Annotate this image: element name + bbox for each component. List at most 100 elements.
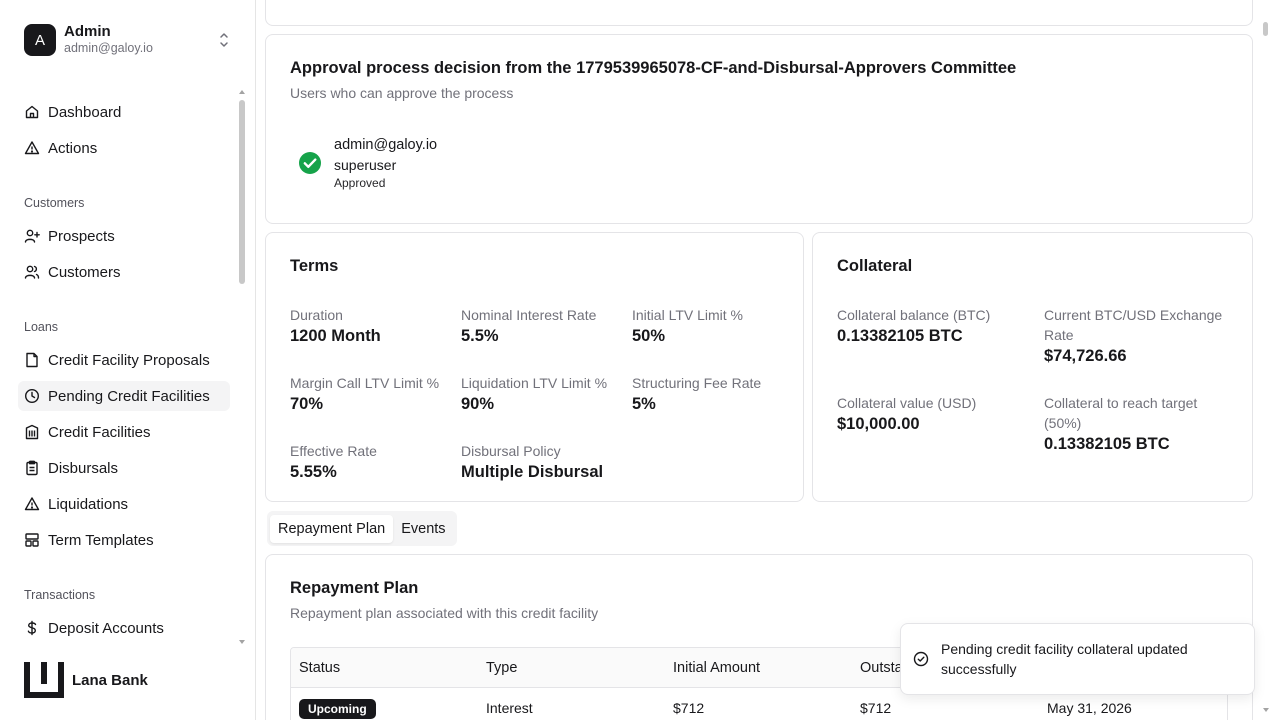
term-disbursal-policy: Disbursal Policy Multiple Disbursal: [461, 441, 603, 483]
sidebar-item-credit-facilities[interactable]: Credit Facilities: [18, 417, 230, 447]
sidebar-item-credit-facility-proposals[interactable]: Credit Facility Proposals: [18, 345, 230, 375]
user-info: Admin admin@galoy.io: [64, 24, 153, 56]
sidebar-item-customers[interactable]: Customers: [18, 257, 230, 287]
term-liquidation-ltv: Liquidation LTV Limit % 90%: [461, 373, 607, 415]
field-value: Multiple Disbursal: [461, 463, 604, 481]
term-effective-rate: Effective Rate 5.55%: [290, 441, 377, 483]
field-value: 90%: [461, 395, 495, 413]
user-plus-icon: [24, 229, 40, 243]
field-label: Margin Call LTV Limit %: [290, 375, 440, 391]
cell-initial-amount: $712: [673, 700, 705, 716]
field-label: Collateral to reach target (50%): [1044, 395, 1198, 431]
approver-details: admin@galoy.io superuser Approved: [334, 135, 437, 192]
home-icon: [25, 105, 39, 119]
term-nominal-interest-rate: Nominal Interest Rate 5.5%: [461, 305, 596, 347]
approval-title: Approval process decision from the 17795…: [290, 59, 1017, 77]
field-value: $10,000.00: [837, 415, 920, 433]
column-header-initial-amount[interactable]: Initial Amount: [665, 660, 852, 676]
field-value: 70%: [290, 395, 324, 413]
field-label: Structuring Fee Rate: [632, 375, 762, 391]
sidebar-item-label: Deposit Accounts: [48, 619, 164, 637]
clock-icon: [24, 388, 40, 404]
approval-subtitle: Users who can approve the process: [290, 85, 514, 101]
sidebar-item-label: Liquidations: [48, 495, 129, 513]
approver-role: superuser: [334, 157, 397, 173]
cell-status: Upcoming: [291, 699, 478, 719]
lana-bank-logo-icon: [24, 662, 64, 698]
repayment-title: Repayment Plan: [290, 579, 419, 597]
scroll-up-arrow[interactable]: [239, 90, 245, 94]
sidebar-item-label: Dashboard: [48, 103, 122, 121]
user-email: admin@galoy.io: [64, 41, 153, 55]
nav-section-loans: Loans: [24, 320, 59, 334]
btc-usd-exchange-rate: Current BTC/USD Exchange Rate $74,726.66: [1044, 305, 1234, 367]
sidebar-item-label: Actions: [48, 139, 98, 157]
cell-type: Interest: [486, 700, 533, 716]
term-initial-ltv-limit: Initial LTV Limit % 50%: [632, 305, 743, 347]
field-label: Current BTC/USD Exchange Rate: [1044, 307, 1223, 343]
main-content: Approval process decision from the 17795…: [257, 0, 1280, 720]
check-circle-icon: [299, 152, 321, 174]
sidebar-item-label: Customers: [48, 263, 121, 281]
cell-outstanding: $712: [860, 700, 892, 716]
sidebar-item-liquidations[interactable]: Liquidations: [18, 489, 230, 519]
field-value: 0.13382105 BTC: [1044, 435, 1170, 453]
column-header-status[interactable]: Status: [291, 660, 478, 676]
sidebar-item-label: Pending Credit Facilities: [48, 387, 210, 405]
building-icon: [25, 424, 39, 440]
warning-triangle-icon: [24, 141, 40, 155]
sidebar-item-deposit-accounts[interactable]: Deposit Accounts: [18, 613, 230, 643]
layout-template-icon: [25, 533, 39, 547]
sidebar-item-label: Prospects: [48, 227, 115, 245]
field-value: 5%: [632, 395, 656, 413]
field-value: 5.5%: [461, 327, 499, 345]
sidebar-item-dashboard[interactable]: Dashboard: [18, 97, 230, 127]
approver-entry: admin@galoy.io superuser Approved: [298, 135, 437, 192]
file-icon: [26, 352, 38, 368]
term-margin-call-ltv: Margin Call LTV Limit % 70%: [290, 373, 439, 415]
sidebar: A Admin admin@galoy.io Dashboard Actions…: [0, 0, 256, 720]
check-circle-icon: [913, 651, 929, 667]
brand-name: Lana Bank: [72, 671, 148, 689]
sidebar-item-label: Credit Facilities: [48, 423, 151, 441]
collateral-title: Collateral: [837, 257, 913, 275]
field-label: Liquidation LTV Limit %: [461, 375, 608, 391]
cell-due-date: May 31, 2026: [1047, 700, 1132, 716]
tab-events[interactable]: Events: [393, 515, 453, 543]
repayment-subtitle: Repayment plan associated with this cred…: [290, 605, 599, 621]
sidebar-item-label: Disbursals: [48, 459, 119, 477]
brand[interactable]: Lana Bank: [24, 662, 148, 698]
main-scrollbar[interactable]: [1263, 22, 1268, 36]
main-scroll-down-arrow[interactable]: [1263, 708, 1269, 712]
toast-message: Pending credit facility collateral updat…: [941, 641, 1188, 677]
sidebar-item-disbursals[interactable]: Disbursals: [18, 453, 230, 483]
collateral-balance: Collateral balance (BTC) 0.13382105 BTC: [837, 305, 1027, 347]
field-label: Nominal Interest Rate: [461, 307, 597, 323]
clipboard-icon: [26, 460, 38, 476]
sidebar-item-prospects[interactable]: Prospects: [18, 221, 230, 251]
avatar: A: [24, 24, 56, 56]
user-name: Admin: [64, 23, 111, 40]
approval-card: Approval process decision from the 17795…: [265, 34, 1253, 224]
nav-section-customers: Customers: [24, 196, 85, 210]
collateral-card: Collateral Collateral balance (BTC) 0.13…: [812, 232, 1253, 502]
warning-triangle-icon: [24, 497, 40, 511]
terms-card: Terms Duration 1200 Month Nominal Intere…: [265, 232, 804, 502]
tab-repayment-plan[interactable]: Repayment Plan: [270, 514, 394, 543]
sidebar-scrollbar[interactable]: [239, 100, 245, 284]
sidebar-item-term-templates[interactable]: Term Templates: [18, 525, 230, 555]
tab-list: Repayment Plan Events: [267, 511, 457, 546]
approver-email: admin@galoy.io: [334, 137, 438, 153]
field-label: Effective Rate: [290, 443, 377, 459]
toast-notification: Pending credit facility collateral updat…: [900, 623, 1255, 695]
sidebar-item-pending-credit-facilities[interactable]: Pending Credit Facilities: [18, 381, 230, 411]
sidebar-item-actions[interactable]: Actions: [18, 133, 230, 163]
term-structuring-fee-rate: Structuring Fee Rate 5%: [632, 373, 761, 415]
field-label: Duration: [290, 307, 343, 323]
field-value: 0.13382105 BTC: [837, 327, 963, 345]
nav-section-transactions: Transactions: [24, 588, 96, 602]
column-header-type[interactable]: Type: [478, 660, 665, 676]
field-label: Collateral value (USD): [837, 395, 977, 411]
user-switcher[interactable]: A Admin admin@galoy.io: [16, 16, 240, 64]
scroll-down-arrow[interactable]: [239, 640, 245, 644]
